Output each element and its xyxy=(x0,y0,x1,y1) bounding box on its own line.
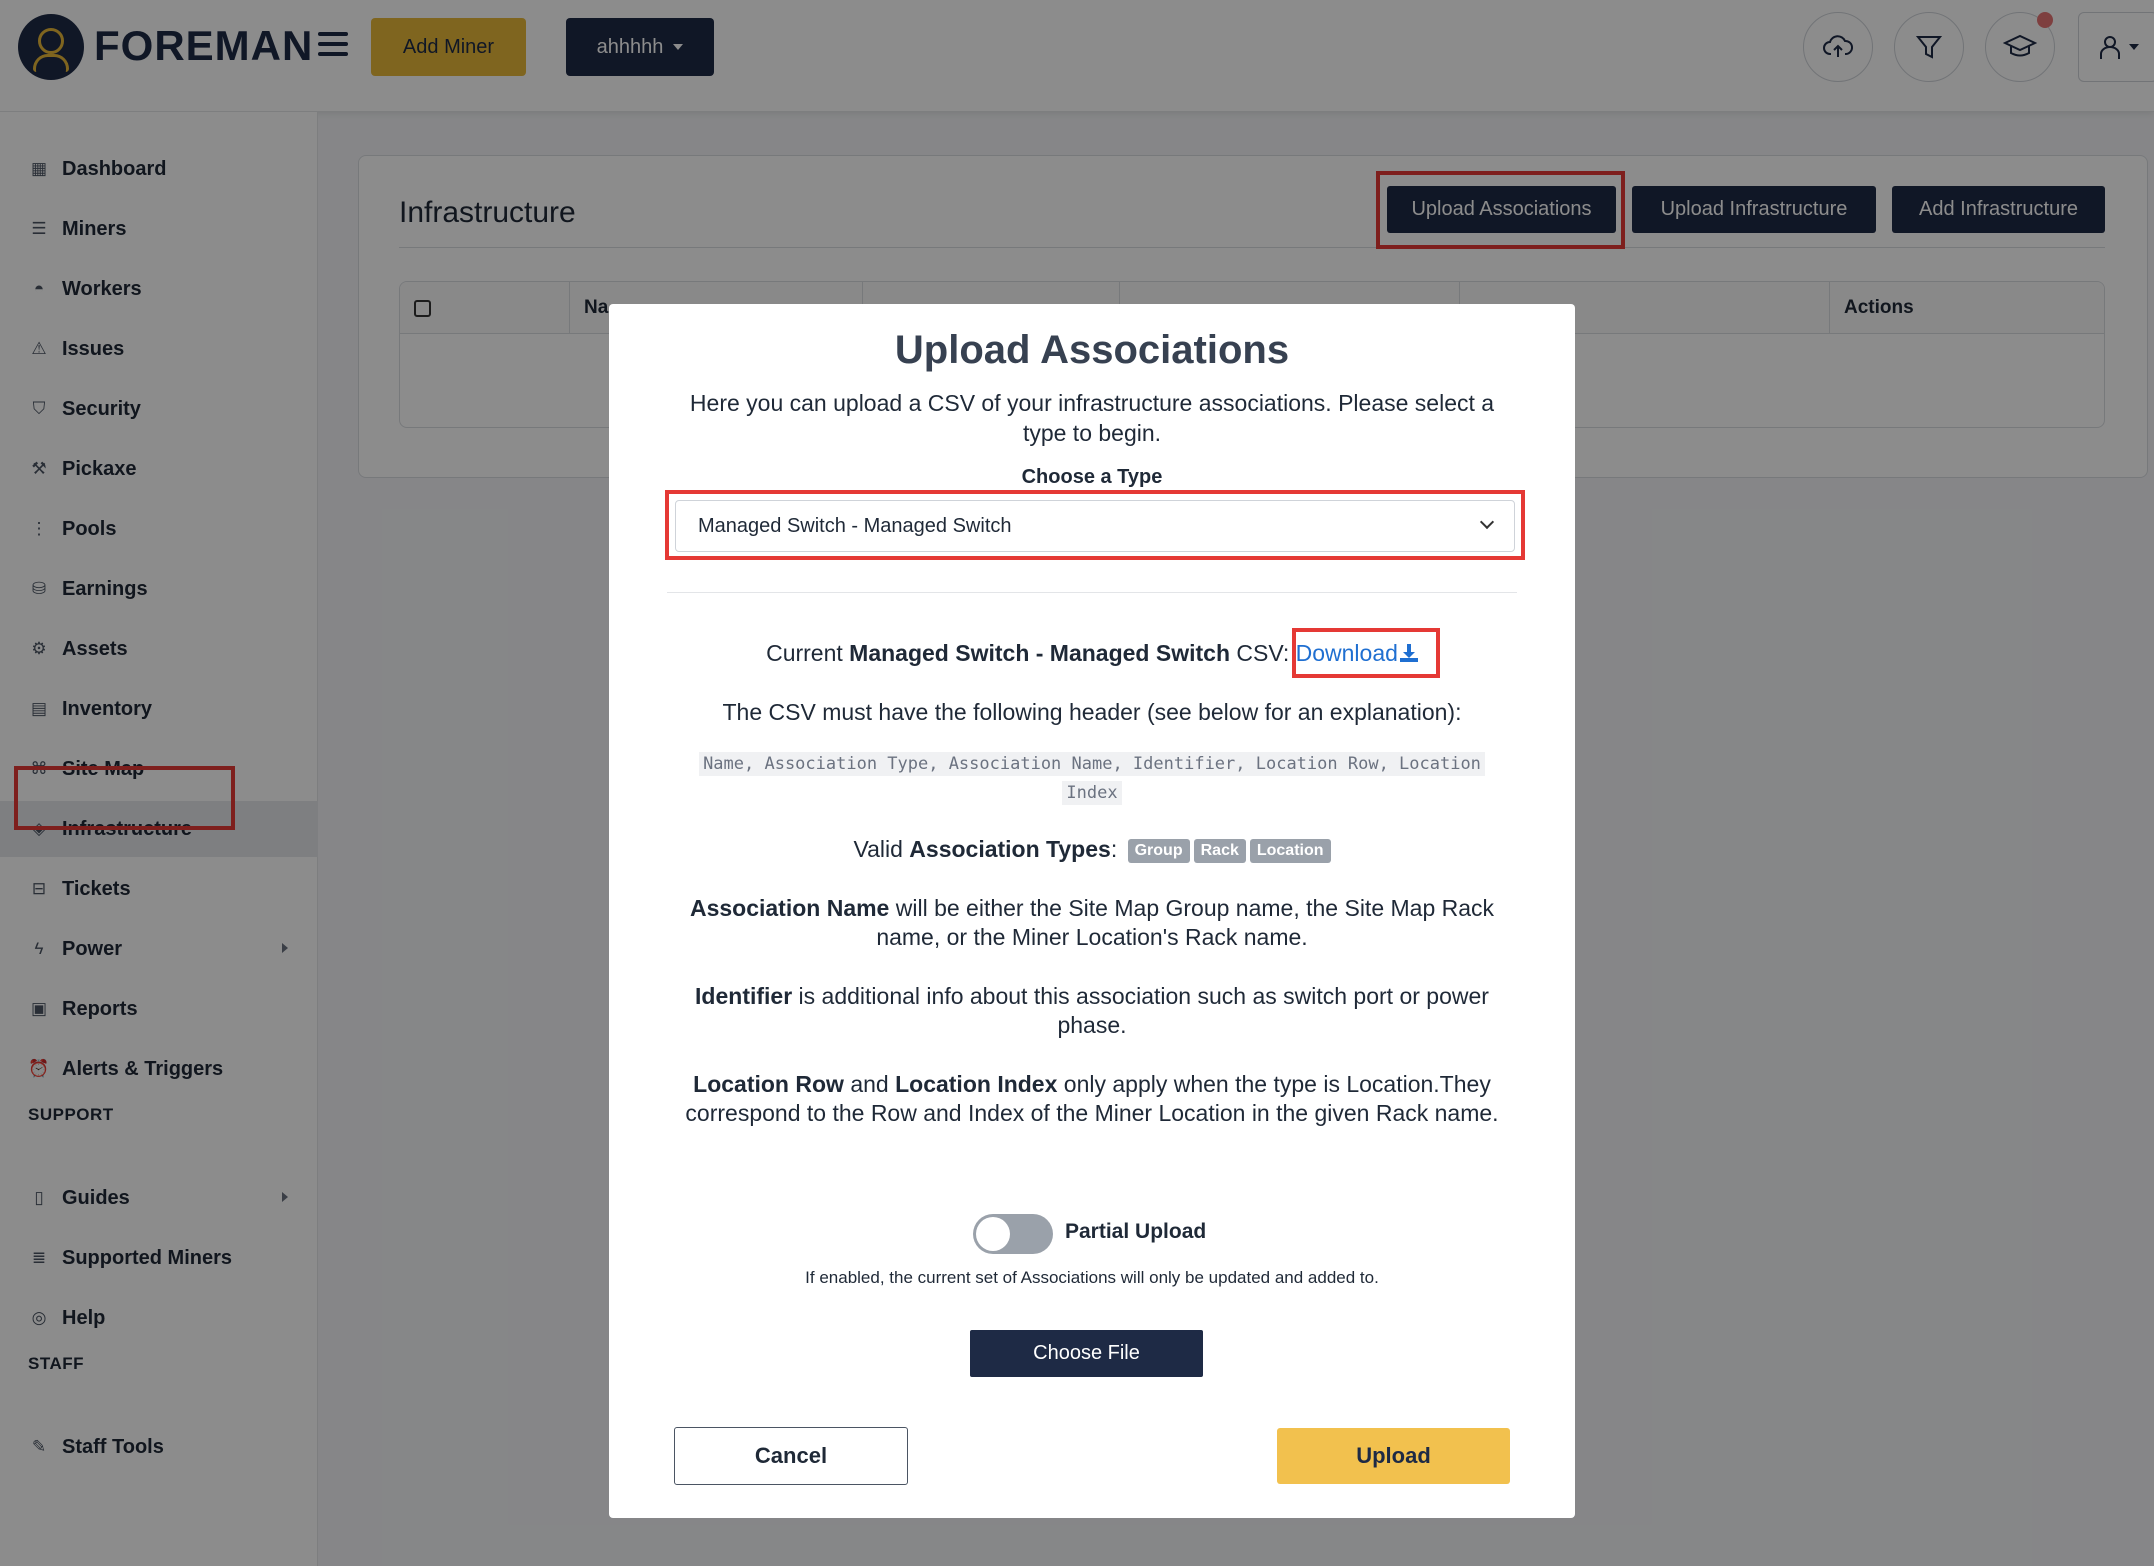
type-badge-group: Group xyxy=(1127,839,1190,863)
identifier-explanation: Identifier is additional info about this… xyxy=(695,983,1489,1038)
type-badge-rack: Rack xyxy=(1193,839,1246,863)
current-type: Managed Switch - Managed Switch xyxy=(849,640,1230,666)
partial-upload-label: Partial Upload xyxy=(1065,1220,1207,1243)
association-name-explanation: Association Name will be either the Site… xyxy=(689,895,1495,950)
current-csv-line: Current Managed Switch - Managed Switch … xyxy=(609,638,1575,668)
partial-upload-toggle[interactable] xyxy=(973,1214,1053,1254)
valid-types-line: Valid Association Types: Group Rack Locati… xyxy=(609,834,1575,864)
choose-file-button[interactable]: Choose File xyxy=(970,1330,1203,1377)
type-select-value: Managed Switch - Managed Switch xyxy=(698,514,1012,537)
download-link[interactable]: Download xyxy=(1296,640,1418,666)
type-select[interactable]: Managed Switch - Managed Switch xyxy=(675,500,1515,552)
type-badge-location: Location xyxy=(1249,839,1331,863)
location-explanation: Location Row and Location Index only app… xyxy=(685,1071,1499,1126)
csv-header-example: Name, Association Type, Association Name… xyxy=(675,750,1509,808)
choose-type-label: Choose a Type xyxy=(1021,466,1163,488)
modal-title: Upload Associations xyxy=(894,328,1290,372)
divider xyxy=(667,592,1517,593)
cancel-button[interactable]: Cancel xyxy=(674,1427,908,1485)
upload-button[interactable]: Upload xyxy=(1277,1428,1510,1484)
modal-intro: Here you can upload a CSV of your infras… xyxy=(689,390,1495,446)
download-icon xyxy=(1399,644,1418,662)
header-note: The CSV must have the following header (… xyxy=(722,699,1462,725)
upload-associations-modal: Upload Associations Here you can upload … xyxy=(609,304,1575,1518)
partial-upload-hint: If enabled, the current set of Associati… xyxy=(805,1268,1379,1287)
chevron-down-icon xyxy=(1479,514,1495,530)
toggle-knob xyxy=(976,1217,1010,1251)
